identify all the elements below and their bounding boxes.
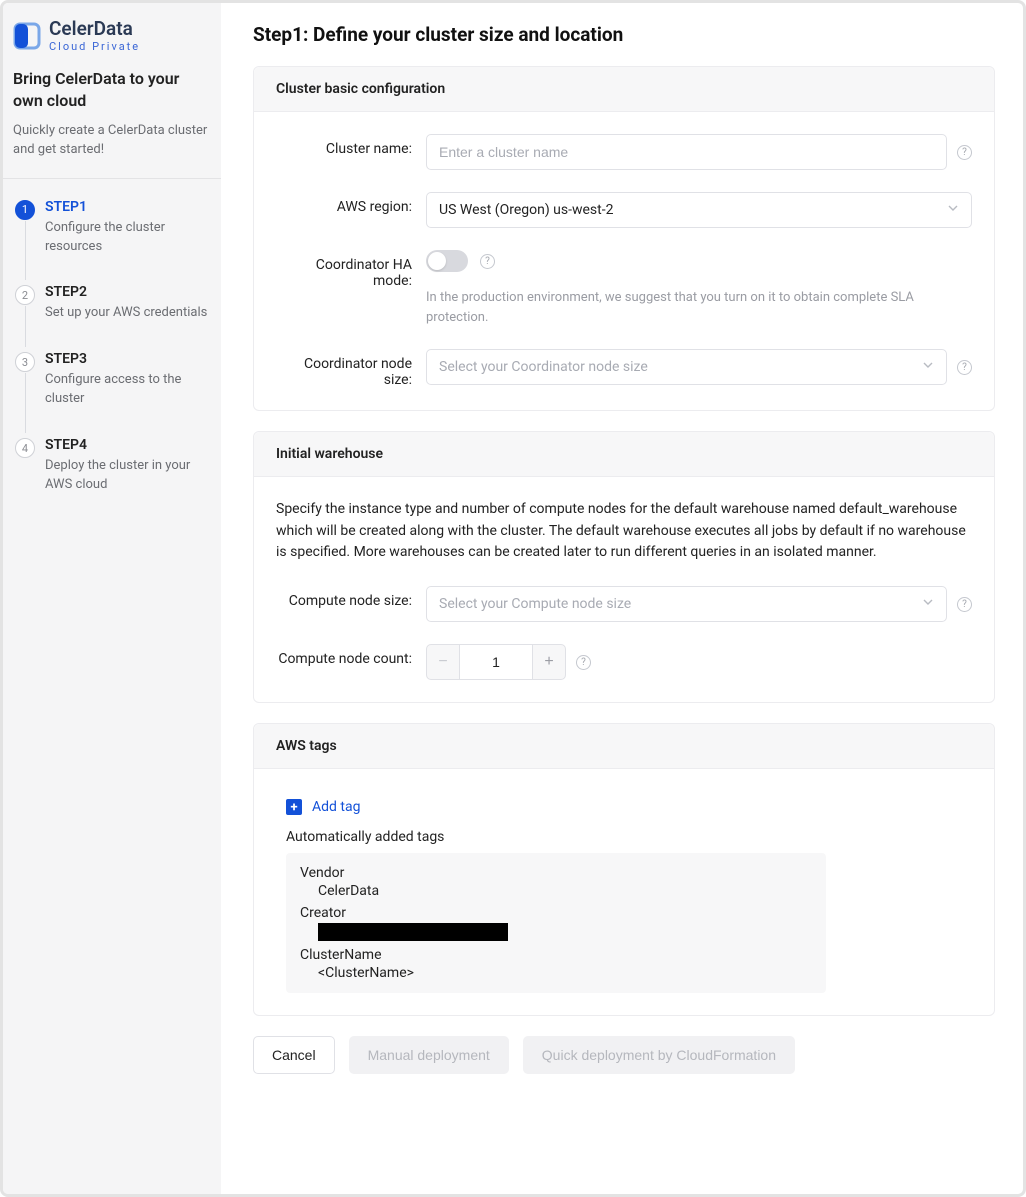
sidebar-intro: Bring CelerData to your own cloud Quickl… — [3, 64, 221, 178]
coord-size-label: Coordinator node size: — [276, 349, 426, 388]
tag-value: CelerData — [300, 883, 812, 899]
help-icon[interactable]: ? — [957, 597, 972, 612]
panel-initial-warehouse: Initial warehouse Specify the instance t… — [253, 431, 995, 703]
increment-button[interactable]: + — [532, 644, 566, 680]
auto-tags-title: Automatically added tags — [286, 829, 972, 845]
aws-region-label: AWS region: — [276, 192, 426, 215]
quick-deployment-button[interactable]: Quick deployment by CloudFormation — [523, 1036, 795, 1074]
select-placeholder: Select your Compute node size — [439, 596, 631, 612]
cluster-name-input[interactable] — [426, 134, 947, 170]
step-4[interactable]: 4 STEP4 Deploy the cluster in your AWS c… — [15, 437, 213, 523]
step-badge: 2 — [15, 285, 35, 305]
step-desc: Configure the cluster resources — [45, 219, 213, 257]
sidebar-divider — [3, 178, 221, 179]
step-badge: 3 — [15, 352, 35, 372]
coord-size-select[interactable]: Select your Coordinator node size — [426, 349, 947, 385]
step-name: STEP3 — [45, 351, 213, 367]
help-icon[interactable]: ? — [957, 145, 972, 160]
footer-buttons: Cancel Manual deployment Quick deploymen… — [253, 1036, 995, 1074]
add-tag-button[interactable]: + Add tag — [286, 799, 972, 815]
step-3[interactable]: 3 STEP3 Configure access to the cluster — [15, 351, 213, 437]
panel-header: Cluster basic configuration — [254, 67, 994, 112]
main: Step1: Define your cluster size and loca… — [221, 3, 1023, 1194]
warehouse-description: Specify the instance type and number of … — [276, 499, 972, 564]
tag-key: Creator — [300, 905, 812, 921]
step-desc: Configure access to the cluster — [45, 371, 213, 409]
logo-icon — [13, 22, 41, 50]
step-2[interactable]: 2 STEP2 Set up your AWS credentials — [15, 284, 213, 351]
aws-region-select[interactable]: US West (Oregon) us-west-2 — [426, 192, 972, 228]
chevron-down-icon — [947, 202, 959, 218]
select-placeholder: Select your Coordinator node size — [439, 359, 648, 375]
step-badge: 4 — [15, 438, 35, 458]
ha-mode-toggle[interactable] — [426, 250, 468, 272]
intro-title: Bring CelerData to your own cloud — [13, 68, 211, 113]
select-value: US West (Oregon) us-west-2 — [439, 202, 613, 218]
compute-size-label: Compute node size: — [276, 586, 426, 609]
step-desc: Deploy the cluster in your AWS cloud — [45, 457, 213, 495]
redacted-value — [318, 923, 508, 941]
help-icon[interactable]: ? — [480, 254, 495, 269]
chevron-down-icon — [922, 359, 934, 375]
brand-subtitle: Cloud Private — [49, 41, 140, 52]
compute-count-stepper: − + — [426, 644, 566, 680]
tag-key: Vendor — [300, 865, 812, 881]
panel-basic-config: Cluster basic configuration Cluster name… — [253, 66, 995, 411]
chevron-down-icon — [922, 596, 934, 612]
compute-size-select[interactable]: Select your Compute node size — [426, 586, 947, 622]
step-desc: Set up your AWS credentials — [45, 304, 213, 323]
cancel-button[interactable]: Cancel — [253, 1036, 335, 1074]
decrement-button[interactable]: − — [426, 644, 460, 680]
compute-count-input[interactable] — [460, 644, 532, 680]
step-name: STEP1 — [45, 199, 213, 215]
app-frame: CelerData Cloud Private Bring CelerData … — [0, 0, 1026, 1197]
compute-count-label: Compute node count: — [276, 644, 426, 667]
brand-name: CelerData — [49, 19, 140, 38]
tag-key: ClusterName — [300, 947, 812, 963]
manual-deployment-button[interactable]: Manual deployment — [349, 1036, 509, 1074]
tag-value: <ClusterName> — [300, 965, 812, 981]
cluster-name-label: Cluster name: — [276, 134, 426, 157]
step-nav: 1 STEP1 Configure the cluster resources … — [3, 199, 221, 523]
step-1[interactable]: 1 STEP1 Configure the cluster resources — [15, 199, 213, 285]
logo: CelerData Cloud Private — [3, 3, 221, 64]
step-name: STEP4 — [45, 437, 213, 453]
sidebar: CelerData Cloud Private Bring CelerData … — [3, 3, 221, 1194]
tag-value — [300, 923, 812, 941]
ha-mode-hint: In the production environment, we sugges… — [426, 288, 972, 327]
step-name: STEP2 — [45, 284, 213, 300]
plus-icon: + — [286, 799, 302, 815]
intro-subtitle: Quickly create a CelerData cluster and g… — [13, 121, 211, 160]
step-badge: 1 — [15, 200, 35, 220]
help-icon[interactable]: ? — [576, 655, 591, 670]
panel-header: Initial warehouse — [254, 432, 994, 477]
page-title: Step1: Define your cluster size and loca… — [253, 23, 995, 46]
ha-mode-label: Coordinator HA mode: — [276, 250, 426, 289]
help-icon[interactable]: ? — [957, 360, 972, 375]
panel-header: AWS tags — [254, 724, 994, 769]
auto-tags-box: Vendor CelerData Creator ClusterName <Cl… — [286, 853, 826, 993]
add-tag-label: Add tag — [312, 799, 360, 815]
panel-aws-tags: AWS tags + Add tag Automatically added t… — [253, 723, 995, 1016]
